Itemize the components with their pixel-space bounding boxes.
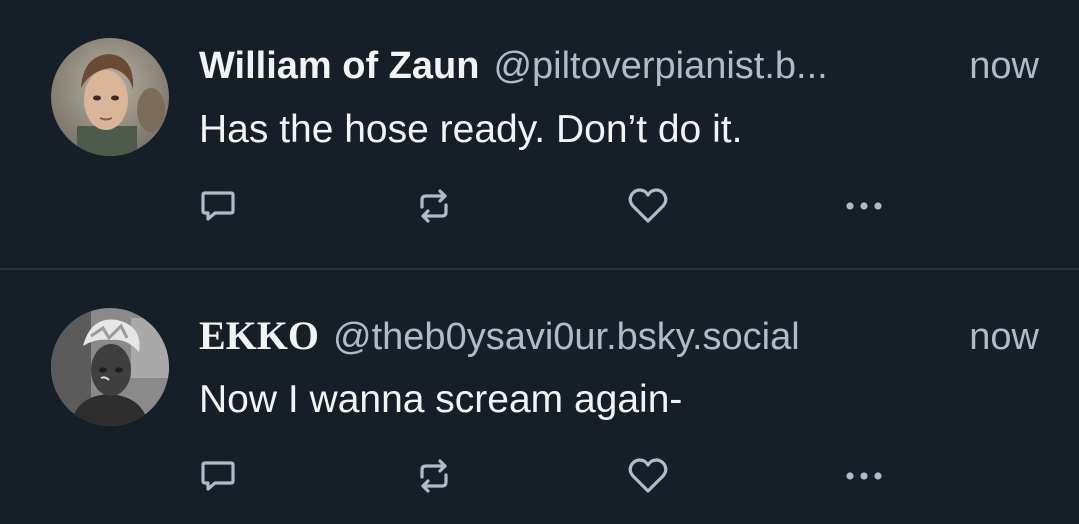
timestamp[interactable]: now: [969, 41, 1039, 91]
post-text: Has the hose ready. Don’t do it.: [199, 108, 743, 151]
like-icon: [628, 458, 668, 493]
more-options-button[interactable]: [834, 446, 894, 506]
repost-button[interactable]: [404, 446, 464, 506]
like-button[interactable]: [618, 176, 678, 236]
post-item[interactable]: EKKO @theb0ysavi0ur.bsky.social now Now …: [0, 270, 1079, 524]
like-button[interactable]: [618, 446, 678, 506]
more-icon: [846, 472, 882, 480]
post-actions: [0, 176, 1079, 236]
display-name[interactable]: William of Zaun: [199, 41, 479, 91]
avatar-image: [51, 38, 169, 156]
display-name[interactable]: EKKO: [199, 311, 319, 361]
timestamp[interactable]: now: [969, 312, 1039, 362]
post-header: William of Zaun @piltoverpianist.b... no…: [199, 41, 1039, 91]
reply-button[interactable]: [188, 176, 248, 236]
more-options-button[interactable]: [834, 176, 894, 236]
like-icon: [628, 188, 668, 223]
avatar[interactable]: [51, 308, 169, 426]
post-feed: William of Zaun @piltoverpianist.b... no…: [0, 0, 1079, 524]
reply-icon: [201, 461, 235, 491]
handle[interactable]: @piltoverpianist.b...: [493, 41, 827, 91]
handle[interactable]: @theb0ysavi0ur.bsky.social: [333, 312, 800, 362]
reply-button[interactable]: [188, 446, 248, 506]
post-item[interactable]: William of Zaun @piltoverpianist.b... no…: [0, 0, 1079, 268]
post-actions: [0, 446, 1079, 506]
repost-button[interactable]: [404, 176, 464, 236]
reply-icon: [201, 191, 235, 221]
repost-icon: [420, 189, 448, 223]
post-text: Now I wanna scream again-: [199, 378, 683, 421]
post-header: EKKO @theb0ysavi0ur.bsky.social now: [199, 311, 1039, 361]
repost-icon: [420, 459, 448, 493]
more-icon: [846, 202, 882, 210]
avatar[interactable]: [51, 38, 169, 156]
avatar-image: [51, 308, 169, 426]
